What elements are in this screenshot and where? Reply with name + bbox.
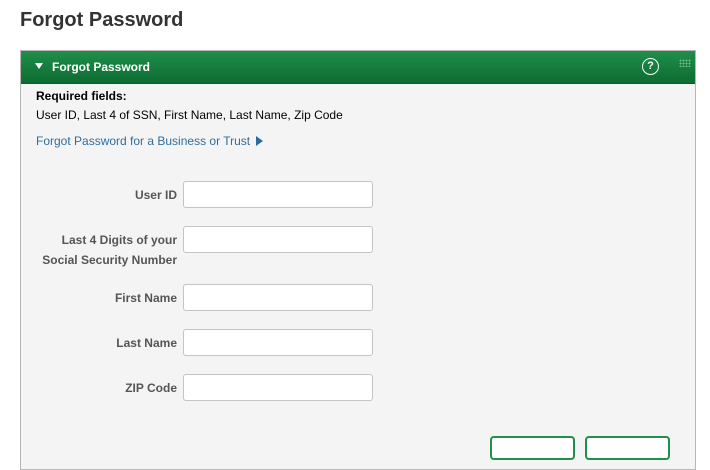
required-fields-list: User ID, Last 4 of SSN, First Name, Last… [36,108,343,122]
primary-action-button[interactable] [490,436,575,460]
panel-header: Forgot Password ? [21,51,695,84]
business-trust-link-label: Forgot Password for a Business or Trust [36,134,251,148]
ssn-last4-input[interactable] [183,226,373,253]
ssn-label-line1: Last 4 Digits of your [61,233,177,247]
last-name-label: Last Name [116,336,177,350]
arrow-right-icon [256,136,264,146]
forgot-password-panel: Forgot Password ? Required fields: User … [20,50,696,470]
business-trust-link[interactable]: Forgot Password for a Business or Trust [36,133,264,149]
ssn-label-line2: Social Security Number [42,253,177,267]
first-name-input[interactable] [183,284,373,311]
grip-icon[interactable] [679,59,691,67]
last-name-input[interactable] [183,329,373,356]
user-id-label: User ID [134,188,177,202]
panel-title: Forgot Password [52,60,151,74]
zip-code-input[interactable] [183,374,373,401]
page-title: Forgot Password [20,9,184,31]
secondary-action-button[interactable] [585,436,670,460]
required-fields-heading: Required fields: [36,89,127,103]
first-name-label: First Name [114,291,177,305]
help-icon[interactable]: ? [642,58,659,75]
zip-code-label: ZIP Code [125,381,177,395]
collapse-triangle-icon[interactable] [35,63,43,69]
user-id-input[interactable] [183,181,373,208]
